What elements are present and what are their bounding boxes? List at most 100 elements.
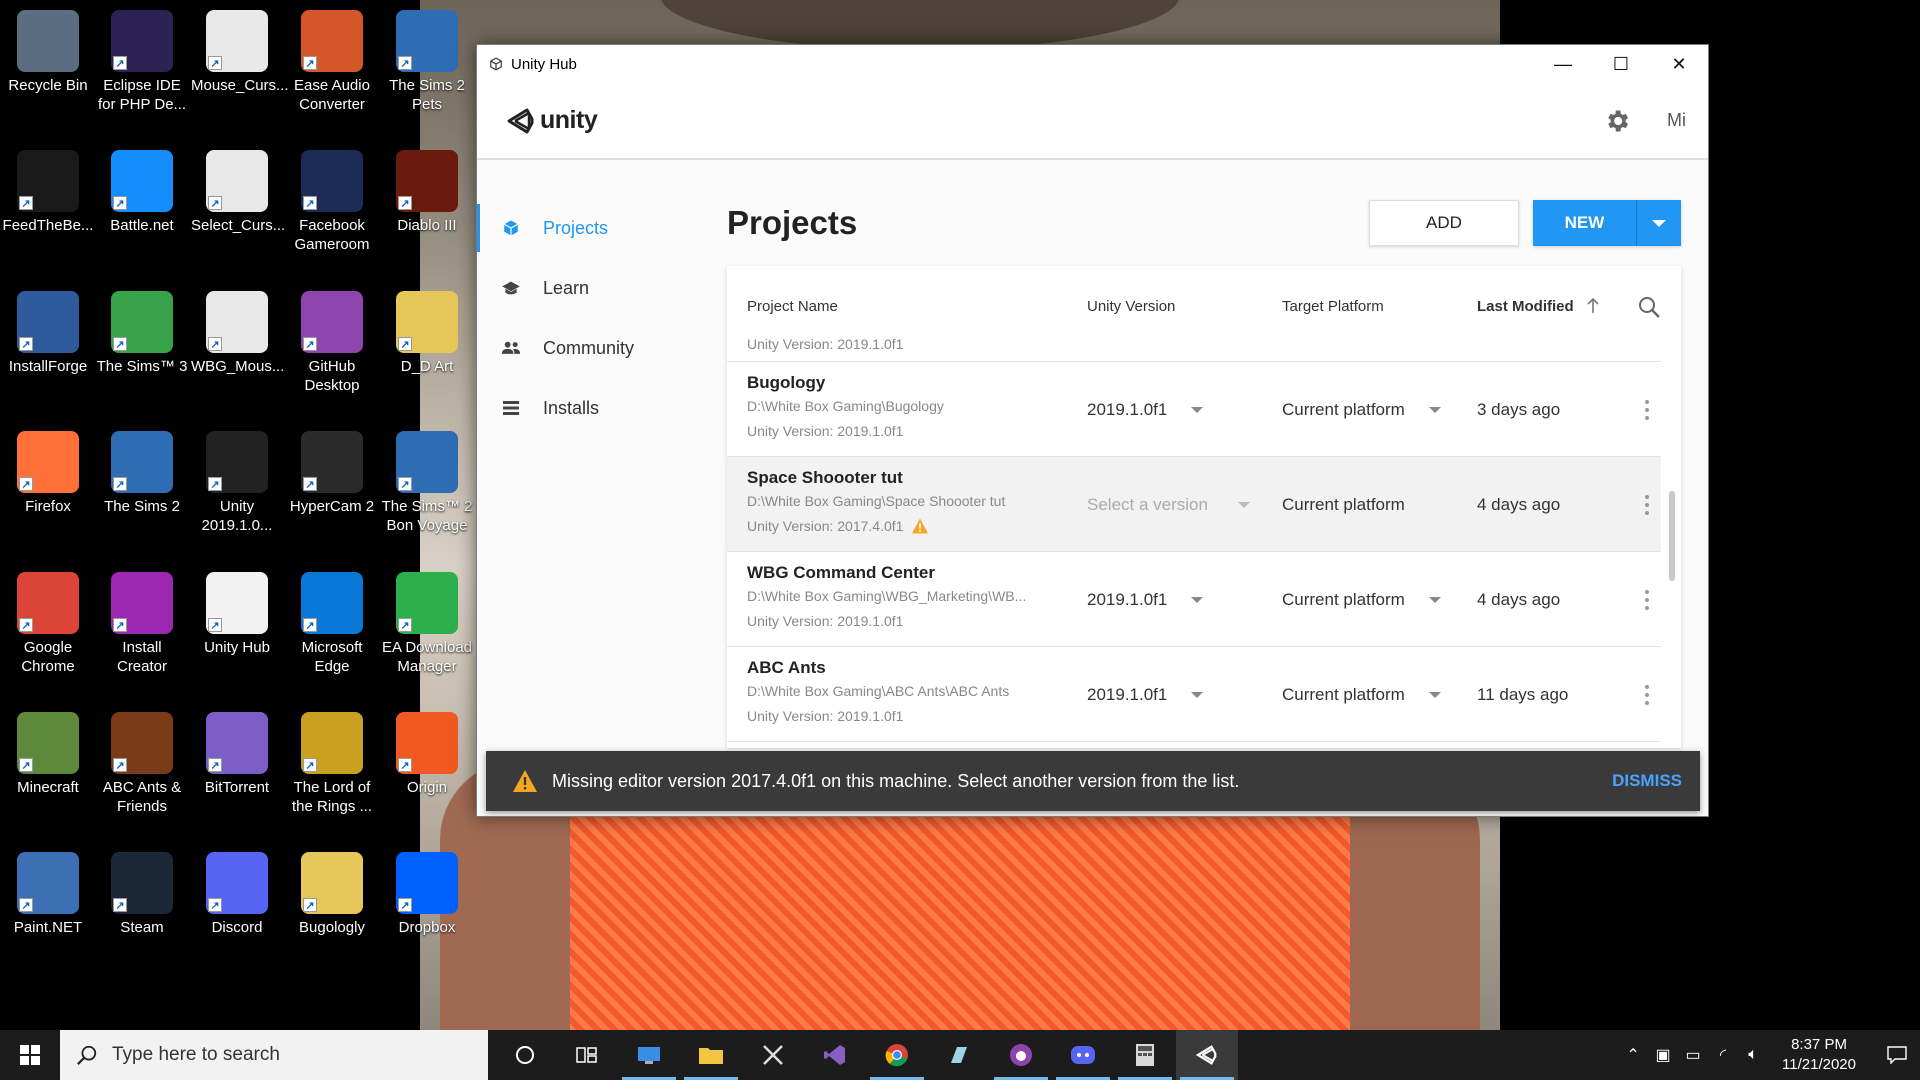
chrome-icon[interactable] xyxy=(866,1030,928,1080)
desktop-icon[interactable]: ↗ WBG_Mous... xyxy=(189,285,285,423)
minimize-button[interactable]: — xyxy=(1534,45,1592,83)
table-row[interactable]: ABC Ants D:\White Box Gaming\ABC Ants\ABC… xyxy=(727,647,1661,742)
desktop-icon[interactable]: ↗ Select_Curs... xyxy=(189,144,285,282)
new-project-button[interactable]: NEW xyxy=(1533,200,1637,246)
desktop-icon[interactable]: ↗ D_D Art xyxy=(379,285,475,423)
desktop-icon[interactable]: ↗ Microsoft Edge xyxy=(284,566,380,704)
more-options-icon[interactable] xyxy=(1645,400,1649,420)
dismiss-button[interactable]: DISMISS xyxy=(1612,771,1682,791)
desktop-icon[interactable]: ↗ The Sims 2 xyxy=(94,425,190,563)
add-project-button[interactable]: ADD xyxy=(1369,200,1519,246)
column-header-target-platform[interactable]: Target Platform xyxy=(1282,298,1477,315)
sidebar-item-projects[interactable]: Projects xyxy=(477,198,727,258)
desktop-icon[interactable]: ↗ Dropbox xyxy=(379,846,475,984)
table-row[interactable]: Bugology D:\White Box Gaming\Bugology Unit… xyxy=(727,362,1661,457)
column-header-unity-version[interactable]: Unity Version xyxy=(1087,298,1282,315)
desktop-icon[interactable]: ↗ The Lord of the Rings ... xyxy=(284,706,380,844)
desktop-icon[interactable]: ↗ InstallForge xyxy=(0,285,96,423)
desktop-icon[interactable]: ↗ Unity Hub xyxy=(189,566,285,704)
maximize-button[interactable]: ☐ xyxy=(1592,45,1650,83)
desktop-icon[interactable]: ↗ FeedTheBe... xyxy=(0,144,96,282)
desktop-icon[interactable]: ↗ Bugologly xyxy=(284,846,380,984)
platform-dropdown[interactable]: Current platform xyxy=(1282,552,1477,647)
desktop-icon[interactable]: ↗ Minecraft xyxy=(0,706,96,844)
start-button[interactable] xyxy=(0,1030,60,1080)
desktop-icon[interactable]: ↗ Ease Audio Converter xyxy=(284,4,380,142)
desktop-icon[interactable]: ↗ Unity 2019.1.0... xyxy=(189,425,285,563)
last-modified: 4 days ago xyxy=(1477,494,1561,514)
desktop-icon[interactable]: ↗ BitTorrent xyxy=(189,706,285,844)
sidebar-item-installs[interactable]: Installs xyxy=(477,378,727,438)
table-row[interactable]: WBG Command Center D:\White Box Gaming\WB… xyxy=(727,552,1661,647)
snipping-icon[interactable] xyxy=(742,1030,804,1080)
desktop-icon[interactable]: ↗ Google Chrome xyxy=(0,566,96,704)
learn-cap-icon xyxy=(501,278,521,298)
cortana-icon[interactable] xyxy=(494,1030,556,1080)
volume-icon[interactable]: 🔈︎ xyxy=(1738,1030,1768,1080)
desktop-app-icon[interactable] xyxy=(618,1030,680,1080)
version-dropdown[interactable]: 2019.1.0f1 xyxy=(1087,552,1282,647)
desktop-icon[interactable]: ↗ Origin xyxy=(379,706,475,844)
version-dropdown[interactable]: 2019.1.0f1 xyxy=(1087,362,1282,457)
column-header-project-name[interactable]: Project Name xyxy=(747,298,1087,315)
desktop-icon[interactable]: ↗ EA Download Manager xyxy=(379,566,475,704)
task-view-icon[interactable] xyxy=(556,1030,618,1080)
desktop-icon[interactable]: ↗ The Sims™ 2 Bon Voyage xyxy=(379,425,475,563)
desktop-icon[interactable]: ↗ Mouse_Curs... xyxy=(189,4,289,142)
window-titlebar[interactable]: Unity Hub — ☐ ✕ xyxy=(477,45,1708,83)
battery-icon[interactable]: ▭ xyxy=(1678,1030,1708,1080)
notifications-icon[interactable] xyxy=(1874,1030,1920,1080)
desktop-icon[interactable]: ↗ The Sims 2 Pets xyxy=(379,4,475,142)
close-button[interactable]: ✕ xyxy=(1650,45,1708,83)
file-explorer-icon[interactable] xyxy=(680,1030,742,1080)
more-options-icon[interactable] xyxy=(1645,685,1649,705)
desktop-icon[interactable]: ↗ HyperCam 2 xyxy=(284,425,380,563)
desktop-icon[interactable]: ↗ Paint.NET xyxy=(0,846,96,984)
desktop-icon[interactable]: ↗ Eclipse IDE for PHP De... xyxy=(94,4,190,142)
shortcut-arrow-icon: ↗ xyxy=(113,337,127,351)
desktop-icon[interactable]: ↗ Battle.net xyxy=(94,144,190,282)
desktop-icon[interactable]: ↗ Discord xyxy=(189,846,285,984)
notes-icon[interactable] xyxy=(928,1030,990,1080)
desktop-icon[interactable]: ↗ ABC Ants & Friends xyxy=(94,706,190,844)
version-dropdown[interactable]: Select a version xyxy=(1087,457,1282,552)
column-header-last-modified[interactable]: Last Modified xyxy=(1477,298,1627,315)
taskbar-clock[interactable]: 8:37 PM 11/21/2020 xyxy=(1782,1035,1856,1075)
taskbar-search-box[interactable]: Type here to search xyxy=(60,1030,488,1080)
new-project-dropdown-button[interactable] xyxy=(1637,200,1681,246)
table-row-partial[interactable]: Unity Version: 2019.1.0f1 xyxy=(727,339,1661,362)
discord-icon[interactable] xyxy=(1052,1030,1114,1080)
desktop-icon[interactable]: ↗ GitHub Desktop xyxy=(284,285,380,423)
settings-gear-icon[interactable] xyxy=(1603,107,1631,135)
more-options-icon[interactable] xyxy=(1645,590,1649,610)
desktop-icon[interactable]: ↗ Install Creator xyxy=(94,566,190,704)
search-icon[interactable] xyxy=(1637,295,1661,319)
desktop-icon[interactable]: ↗ Diablo III xyxy=(379,144,475,282)
more-options-icon[interactable] xyxy=(1645,495,1649,515)
calculator-icon[interactable] xyxy=(1114,1030,1176,1080)
github-icon[interactable] xyxy=(990,1030,1052,1080)
unity-logo-text: unity xyxy=(540,106,598,134)
version-dropdown[interactable]: 2019.1.0f1 xyxy=(1087,647,1282,742)
clock-date: 11/21/2020 xyxy=(1782,1056,1856,1073)
desktop-icon[interactable]: Recycle Bin xyxy=(0,4,96,142)
account-button[interactable]: Mi xyxy=(1667,110,1686,131)
sidebar-item-learn[interactable]: Learn xyxy=(477,258,727,318)
unity-hub-icon[interactable] xyxy=(1176,1030,1238,1080)
version-value: 2019.1.0f1 xyxy=(1087,589,1168,609)
desktop-icon[interactable]: ↗ Facebook Gameroom xyxy=(284,144,380,282)
desktop-icon[interactable]: ↗ Steam xyxy=(94,846,190,984)
platform-dropdown[interactable]: Current platform xyxy=(1282,362,1477,457)
desktop-icon-label: HyperCam 2 xyxy=(289,498,375,515)
table-row[interactable]: Space Shoooter tut D:\White Box Gaming\Sp… xyxy=(727,457,1661,552)
desktop-icon[interactable]: ↗ Firefox xyxy=(0,425,96,563)
chevron-up-icon[interactable]: ⌃ xyxy=(1618,1030,1648,1080)
platform-dropdown[interactable]: Current platform xyxy=(1282,457,1477,552)
visual-studio-icon[interactable] xyxy=(804,1030,866,1080)
platform-dropdown[interactable]: Current platform xyxy=(1282,647,1477,742)
wifi-icon[interactable]: ◜ xyxy=(1708,1030,1738,1080)
tray-app-icon[interactable]: ▣ xyxy=(1648,1030,1678,1080)
sidebar-item-community[interactable]: Community xyxy=(477,318,727,378)
desktop-icon[interactable]: ↗ The Sims™ 3 xyxy=(94,285,190,423)
table-scrollbar[interactable] xyxy=(1669,491,1675,581)
